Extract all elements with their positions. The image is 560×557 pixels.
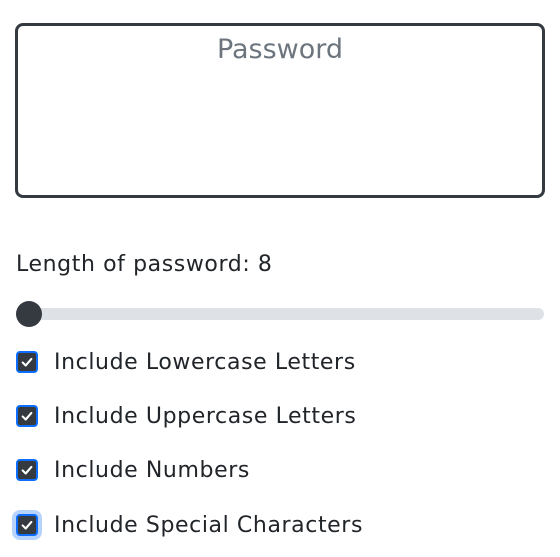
password-length-label: Length of password: 8 bbox=[16, 252, 273, 277]
numbers-checkbox[interactable] bbox=[16, 459, 38, 481]
checkmark-icon bbox=[21, 465, 33, 475]
option-special-characters[interactable]: Include Special Characters bbox=[16, 510, 363, 540]
password-length-slider-track[interactable] bbox=[16, 308, 544, 320]
special-characters-label: Include Special Characters bbox=[54, 512, 364, 538]
password-length-slider-thumb[interactable] bbox=[16, 301, 42, 327]
checkmark-icon bbox=[21, 520, 33, 530]
option-numbers[interactable]: Include Numbers bbox=[16, 455, 250, 485]
special-characters-checkbox[interactable] bbox=[16, 514, 38, 536]
lowercase-label: Include Lowercase Letters bbox=[54, 349, 356, 375]
lowercase-checkbox[interactable] bbox=[16, 351, 38, 373]
password-output-field[interactable] bbox=[18, 26, 542, 195]
uppercase-checkbox[interactable] bbox=[16, 405, 38, 427]
password-output-box[interactable] bbox=[15, 23, 545, 198]
option-lowercase[interactable]: Include Lowercase Letters bbox=[16, 347, 356, 377]
option-uppercase[interactable]: Include Uppercase Letters bbox=[16, 401, 356, 431]
checkmark-icon bbox=[21, 411, 33, 421]
numbers-label: Include Numbers bbox=[54, 457, 250, 483]
uppercase-label: Include Uppercase Letters bbox=[54, 403, 357, 429]
checkmark-icon bbox=[21, 357, 33, 367]
